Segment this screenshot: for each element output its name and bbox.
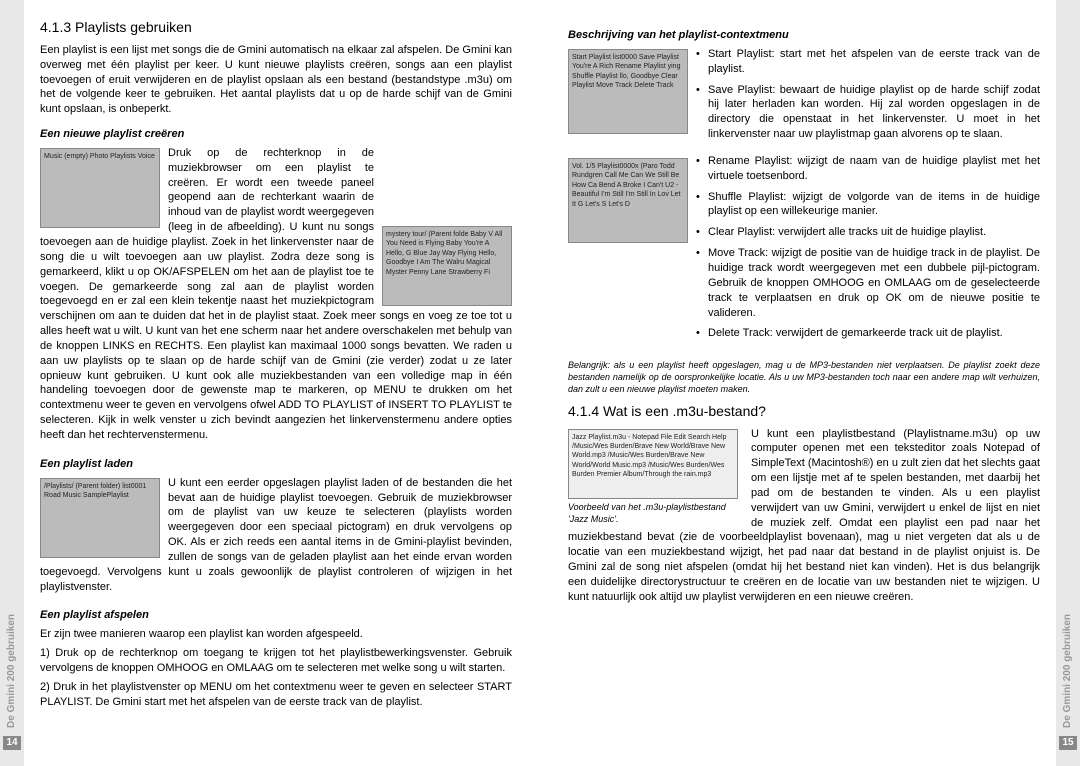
important-note: Belangrijk: als u een playlist heeft opg… <box>568 359 1040 395</box>
play-step-1: 1) Druk op de rechterknop om toegang te … <box>40 646 512 676</box>
page-number-left: 14 <box>3 736 21 750</box>
item-shuffle-playlist: Shuffle Playlist: wijzigt de volgorde va… <box>696 190 1040 220</box>
screenshot-music-browser: Music (empty) Photo Playlists Voice <box>40 148 160 228</box>
item-clear-playlist: Clear Playlist: verwijdert alle tracks u… <box>696 225 1040 240</box>
play-step-2: 2) Druk in het playlistvenster op MENU o… <box>40 680 512 710</box>
heading-play: Een playlist afspelen <box>40 608 512 623</box>
intro-paragraph: Een playlist is een lijst met songs die … <box>40 43 512 117</box>
m3u-caption: Voorbeeld van het .m3u-playlistbestand '… <box>568 501 743 525</box>
page-number-right: 15 <box>1059 736 1077 750</box>
screenshot-playlist-panel: mystery tour/ (Parent folde Baby V All Y… <box>382 226 512 306</box>
item-move-track: Move Track: wijzigt de positie van de hu… <box>696 246 1040 320</box>
m3u-example-block: Jazz Playlist.m3u - Notepad File Edit Se… <box>568 429 743 525</box>
context-menu-list: Start Playlist: start met het afspelen v… <box>696 47 1040 148</box>
item-save-playlist: Save Playlist: bewaart de huidige playli… <box>696 83 1040 142</box>
screenshot-playlist-tracks: Vol. 1/5 Playlist0000x (Paro Todd Rundgr… <box>568 158 688 243</box>
play-intro: Er zijn twee manieren waarop een playlis… <box>40 627 512 642</box>
sidebar-right: De Gmini 200 gebruiken 15 <box>1056 0 1080 766</box>
heading-create: Een nieuwe playlist creëren <box>40 127 512 142</box>
sidebar-label: De Gmini 200 gebruiken <box>5 614 19 728</box>
screenshot-context-menu: Start Playlist list0000 Save Playlist Yo… <box>568 49 688 134</box>
page-left: De Gmini 200 gebruiken 14 4.1.3 Playlist… <box>0 0 540 766</box>
heading-413: 4.1.3 Playlists gebruiken <box>40 18 512 37</box>
screenshot-load-playlist: /Playlists/ (Parent folder) list0001 Roa… <box>40 478 160 558</box>
heading-load: Een playlist laden <box>40 457 512 472</box>
context-menu-list-2: Rename Playlist: wijzigt de naam van de … <box>696 154 1040 347</box>
item-delete-track: Delete Track: verwijdert de gemarkeerde … <box>696 326 1040 341</box>
heading-414: 4.1.4 Wat is een .m3u-bestand? <box>568 402 1040 421</box>
item-start-playlist: Start Playlist: start met het afspelen v… <box>696 47 1040 77</box>
screenshot-notepad-m3u: Jazz Playlist.m3u - Notepad File Edit Se… <box>568 429 738 499</box>
page-right: De Gmini 200 gebruiken 15 Beschrijving v… <box>540 0 1080 766</box>
sidebar-left: De Gmini 200 gebruiken 14 <box>0 0 24 766</box>
item-rename-playlist: Rename Playlist: wijzigt de naam van de … <box>696 154 1040 184</box>
sidebar-label-r: De Gmini 200 gebruiken <box>1061 614 1075 728</box>
heading-context-menu: Beschrijving van het playlist-contextmen… <box>568 28 1040 43</box>
